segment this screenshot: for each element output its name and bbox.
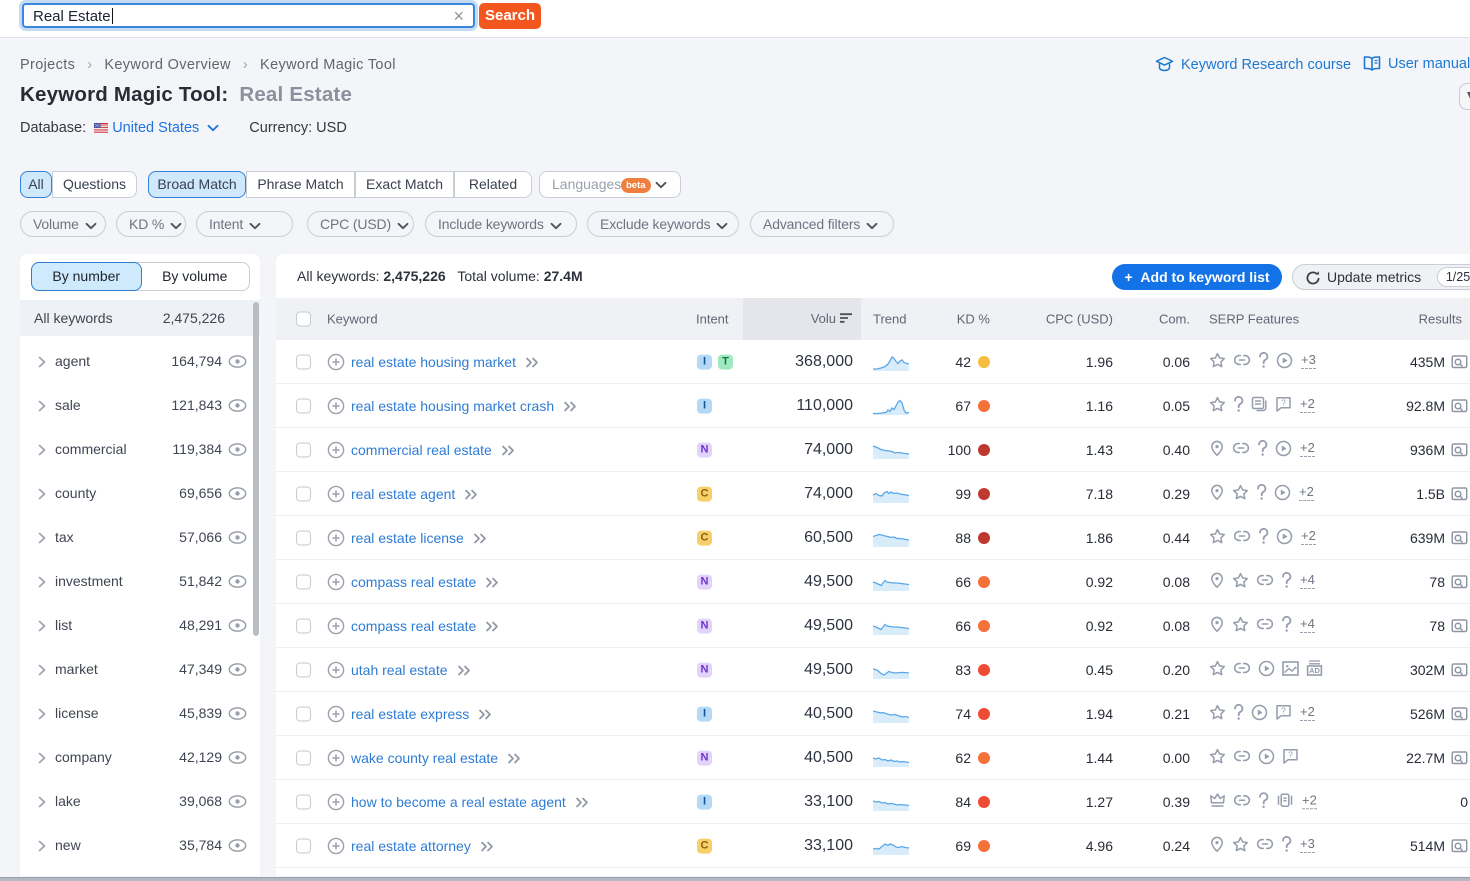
svg-text:AD: AD bbox=[1309, 666, 1320, 675]
svg-text:?: ? bbox=[1288, 750, 1293, 760]
svg-text:?: ? bbox=[1281, 706, 1286, 716]
svg-text:?: ? bbox=[1281, 398, 1286, 408]
